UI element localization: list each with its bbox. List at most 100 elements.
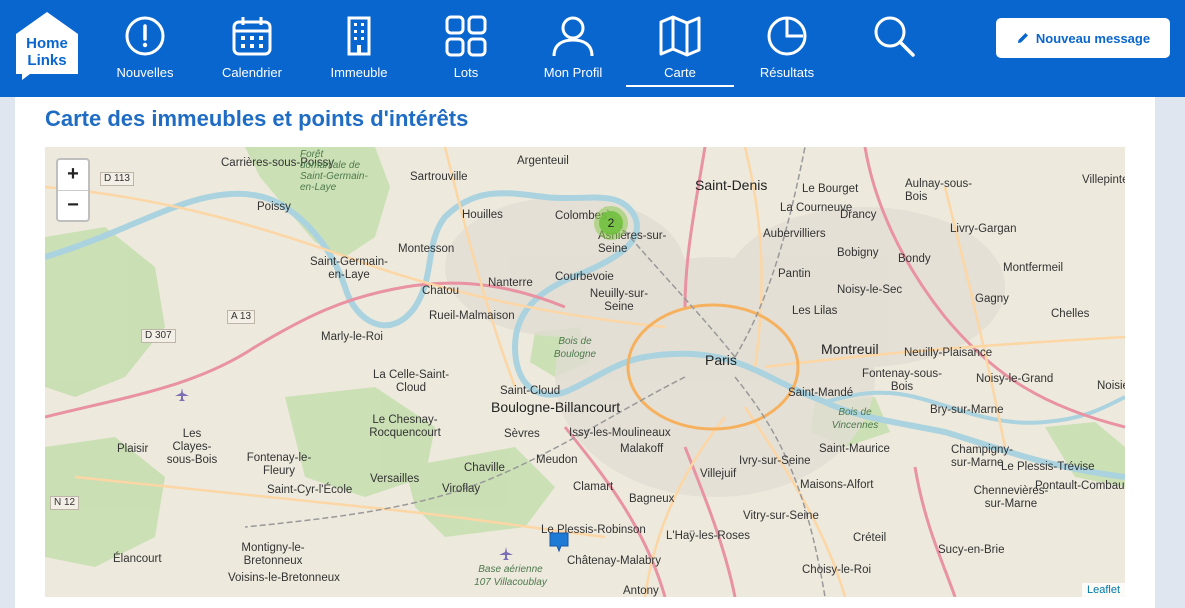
map-label-noisy-le-grand: Noisy-le-Grand <box>976 373 1054 385</box>
map-label-neuilly-seine: Neuilly-sur-Seine <box>589 288 649 313</box>
map-label-chatou: Chatou <box>422 285 460 297</box>
map-label-livry: Livry-Gargan <box>950 223 1017 235</box>
map-label-fontenay-bois: Fontenay-sous-Bois <box>862 368 942 393</box>
map-label-plaisir: Plaisir <box>117 443 149 455</box>
map-label-montfermeil: Montfermeil <box>1003 262 1064 274</box>
map-label-vitry: Vitry-sur-Seine <box>743 510 819 522</box>
user-icon <box>552 16 594 57</box>
map-label-noisiel: Noisie <box>1097 380 1125 392</box>
map-label-viroflay: Viroflay <box>442 483 481 495</box>
map-label-villejuif: Villejuif <box>700 468 737 480</box>
map-label-creteil: Créteil <box>853 532 887 544</box>
new-message-label: Nouveau message <box>1035 30 1151 46</box>
leaflet-attribution-link[interactable]: Leaflet <box>1081 583 1125 597</box>
active-tab-underline <box>626 85 734 87</box>
cluster-count: 2 <box>599 211 623 235</box>
nav-label: Résultats <box>759 65 815 80</box>
map-label-pantin: Pantin <box>778 268 811 280</box>
map-label-aulnay: Aulnay-sous-Bois <box>905 178 973 203</box>
airport-icon <box>175 388 189 401</box>
new-message-button[interactable]: Nouveau message <box>996 18 1170 58</box>
map-label-sucy: Sucy-en-Brie <box>938 544 1005 556</box>
nav-item-carte[interactable]: Carte <box>626 14 734 94</box>
zoom-control: + − <box>56 158 90 222</box>
nav-item-nouvelles[interactable]: Nouvelles <box>95 14 195 94</box>
map-label-saint-cyr: Saint-Cyr-l'École <box>267 484 353 496</box>
map-label-paris: Paris <box>705 352 737 368</box>
map-label-argenteuil: Argenteuil <box>517 155 569 167</box>
top-navigation-bar: Home Links Nouvelles Calendrier Immeuble… <box>0 0 1185 97</box>
search-icon <box>874 16 915 57</box>
map-label-sartrouville: Sartrouville <box>410 171 468 183</box>
map-label-les-lilas: Les Lilas <box>792 305 838 317</box>
logo-text-home: Home <box>26 35 68 52</box>
map-label-bagneux: Bagneux <box>629 493 675 505</box>
map-label-chaville: Chaville <box>464 462 505 474</box>
nav-label: Lots <box>453 65 479 80</box>
map-label-drancy: Drancy <box>840 209 877 221</box>
map-label-bobigny: Bobigny <box>837 247 879 259</box>
map-label-neuilly-plaisance: Neuilly-Plaisance <box>904 347 993 359</box>
map-label-saint-cloud: Saint-Cloud <box>500 385 561 397</box>
map-label-chelles: Chelles <box>1051 308 1090 320</box>
map-icon <box>659 15 701 57</box>
nav-label: Nouvelles <box>116 65 174 80</box>
map-label-le-plessis-trevise: Le Plessis-Trévise <box>1001 461 1095 473</box>
map-label-aubervilliers: Aubervilliers <box>763 228 826 240</box>
zoom-in-button[interactable]: + <box>58 160 88 191</box>
map-label-rueil: Rueil-Malmaison <box>429 310 515 322</box>
logo-text-links: Links <box>27 52 66 69</box>
map-label-chatenay: Châtenay-Malabry <box>567 555 661 567</box>
map-label-montreuil: Montreuil <box>821 341 879 357</box>
pie-chart-icon <box>767 16 807 56</box>
zoom-out-button[interactable]: − <box>58 191 88 221</box>
nav-label: Calendrier <box>222 65 282 80</box>
map-label-bois-boulogne: Bois de Boulogne <box>553 336 597 360</box>
nav-label: Carte <box>664 65 696 80</box>
map-label-voisins: Voisins-le-Bretonneux <box>228 572 340 584</box>
map-label-antony: Antony <box>623 585 659 597</box>
map-label-noisy-le-sec: Noisy-le-Sec <box>837 284 903 296</box>
calendar-icon <box>232 17 272 56</box>
map-label-houilles: Houilles <box>462 209 503 221</box>
map-label-fontenay-fleury: Fontenay-le-Fleury <box>246 452 312 477</box>
road-badge-n12: N 12 <box>50 496 80 510</box>
building-icon <box>347 16 371 56</box>
road-badge-d113: D 113 <box>100 172 134 186</box>
nav-item-lots[interactable]: Lots <box>416 14 516 94</box>
nav-item-resultats[interactable]: Résultats <box>737 14 837 94</box>
map-label-saint-germain: Saint-Germain-en-Laye <box>310 256 388 281</box>
map-label-montesson: Montesson <box>398 243 455 255</box>
map-label-le-chesnay: Le Chesnay-Rocquencourt <box>369 414 441 439</box>
map-label-versailles: Versailles <box>370 473 420 485</box>
map-label-foret-st-germain: Forêt domaniale de Saint-Germain-en-Laye <box>300 149 368 193</box>
nav-label: Immeuble <box>330 65 388 80</box>
search-button[interactable] <box>844 14 944 94</box>
nav-label: Mon Profil <box>543 65 603 80</box>
road-badge-d307: D 307 <box>141 329 176 343</box>
map-label-choisy: Choisy-le-Roi <box>802 564 872 576</box>
map-label-meudon: Meudon <box>536 454 578 466</box>
home-links-logo[interactable]: Home Links <box>16 12 78 80</box>
map-label-poissy: Poissy <box>257 201 291 213</box>
alert-circle-icon <box>125 16 165 56</box>
marker-cluster[interactable]: 2 <box>594 206 628 240</box>
map-pin-marker[interactable] <box>548 531 570 553</box>
nav-item-mon-profil[interactable]: Mon Profil <box>523 14 623 94</box>
map-container[interactable]: Carrières-sous-Poissy Poissy Forêt doman… <box>45 147 1125 597</box>
map-label-elancourt: Élancourt <box>113 553 162 565</box>
map-label-la-celle: La Celle-Saint-Cloud <box>372 369 450 394</box>
nav-item-immeuble[interactable]: Immeuble <box>309 14 409 94</box>
page-gutter-left <box>0 97 15 608</box>
map-label-base-aerienne: Base aérienne 107 Villacoublay <box>474 564 547 588</box>
page-title: Carte des immeubles et points d'intérêts <box>45 106 469 131</box>
map-label-boulogne: Boulogne-Billancourt <box>491 399 621 415</box>
map-label-marly: Marly-le-Roi <box>321 331 383 343</box>
nav-item-calendrier[interactable]: Calendrier <box>202 14 302 94</box>
map-label-courbevoie: Courbevoie <box>555 271 614 283</box>
map-label-bois-vincennes: Bois de Vincennes <box>831 407 879 431</box>
map-label-le-bourget: Le Bourget <box>802 183 859 195</box>
road-badge-a13: A 13 <box>227 310 256 324</box>
airport-icon <box>499 547 513 560</box>
pencil-icon <box>1017 33 1028 43</box>
